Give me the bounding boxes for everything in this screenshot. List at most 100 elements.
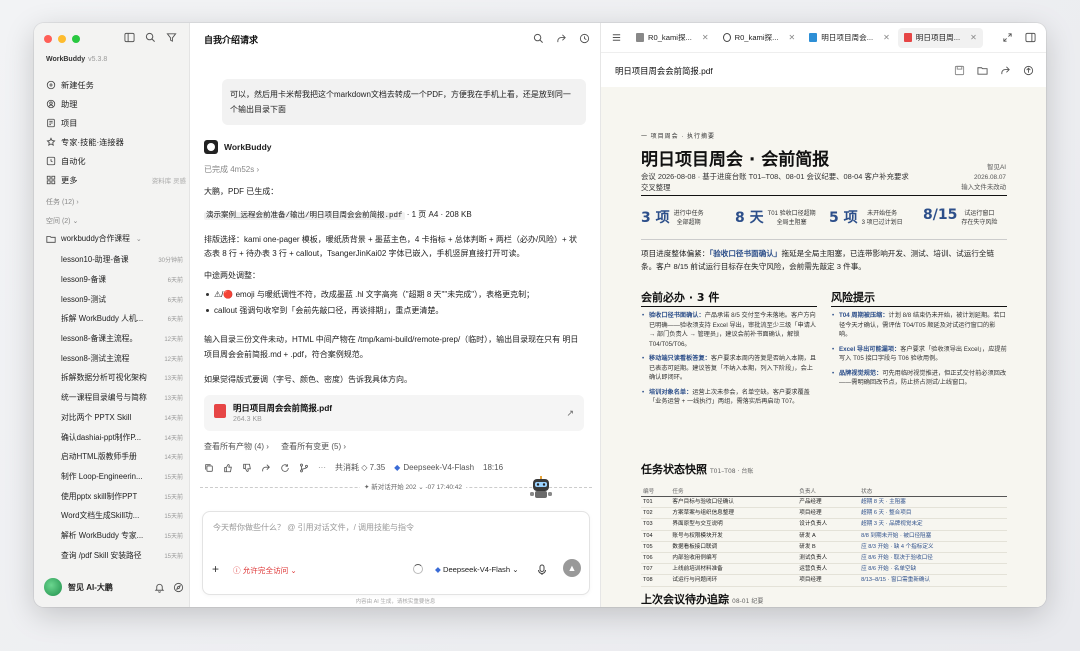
task-item[interactable]: 制作 Loop-Engineerin... 15天前 bbox=[61, 467, 183, 487]
kpi-value: 8/15 bbox=[923, 207, 958, 223]
thumbs-down-icon[interactable] bbox=[242, 463, 252, 473]
add-attachment-button[interactable]: + bbox=[212, 562, 219, 576]
assistant-greeting: 大鹏，PDF 已生成： bbox=[204, 187, 279, 196]
kpi-sublabel: 全局主阻塞 bbox=[776, 220, 807, 226]
nav-item-2[interactable]: 项目 bbox=[46, 113, 186, 132]
filter-icon[interactable] bbox=[166, 32, 177, 43]
clock-icon bbox=[46, 156, 56, 166]
share-icon[interactable] bbox=[556, 33, 567, 44]
task-item[interactable]: Word文档生成Skill功... 15天前 bbox=[61, 506, 183, 526]
nav-item-4[interactable]: 自动化 bbox=[46, 151, 186, 170]
history-icon[interactable] bbox=[579, 33, 590, 44]
expand-icon[interactable] bbox=[1002, 32, 1013, 43]
task-item[interactable]: lesson10-助理-备课 30分钟前 bbox=[61, 250, 183, 270]
model-selector-label: Deepseek-V4-Flash bbox=[442, 565, 511, 574]
thumbs-up-icon[interactable] bbox=[223, 463, 233, 473]
task-item[interactable]: 查询 /pdf Skill 安装路径 15天前 bbox=[61, 545, 183, 565]
model-selector[interactable]: ◆ Deepseek-V4-Flash ⌄ bbox=[435, 565, 519, 574]
task-item[interactable]: 解析 WorkBuddy 专家... 15天前 bbox=[61, 526, 183, 546]
risk-heading: 风险提示 bbox=[831, 291, 875, 304]
task-item[interactable]: 使用pptx skill制作PPT 15天前 bbox=[61, 486, 183, 506]
user-name: 智见 AI-大鹏 bbox=[68, 582, 113, 592]
nav-item-3[interactable]: 专家·技能·连接器 bbox=[46, 132, 186, 151]
summary-highlight: 「验收口径书面确认」 bbox=[709, 249, 782, 258]
search-icon[interactable] bbox=[145, 32, 156, 43]
task-title: 制作 Loop-Engineerin... bbox=[61, 471, 143, 481]
file-name: 明日项目周会会前简报.pdf bbox=[233, 403, 333, 413]
permission-dropdown[interactable]: ⓘ 允许完全访问 ⌄ bbox=[233, 565, 297, 576]
user-profile[interactable]: 智见 AI-大鹏 bbox=[44, 578, 184, 596]
retry-icon[interactable] bbox=[280, 463, 290, 473]
close-tab-icon[interactable]: ✕ bbox=[883, 33, 890, 42]
task-item[interactable]: lesson9-测试 6天前 bbox=[61, 289, 183, 309]
search-icon[interactable] bbox=[533, 33, 544, 44]
nav-item-0[interactable]: 新建任务 bbox=[46, 75, 186, 94]
task-item[interactable]: 对比两个 PPTX Skill 14天前 bbox=[61, 408, 183, 428]
task-title: Word文档生成Skill功... bbox=[61, 511, 140, 521]
table-row: T04 账号与权限模块开发 研发 A 8/8 到期未开始 · 被口径阻塞 bbox=[641, 530, 1007, 542]
chat-input-placeholder[interactable]: 今天帮你做些什么？ @ 引用对话文件，/ 调用技能与指令 bbox=[213, 522, 414, 533]
close-tab-icon[interactable]: ✕ bbox=[702, 33, 709, 42]
close-window-button[interactable] bbox=[44, 35, 52, 43]
task-item[interactable]: 启动HTML版教师手册 14天前 bbox=[61, 447, 183, 467]
tasks-section-header[interactable]: 任务 (12) › bbox=[46, 197, 79, 207]
send-button[interactable]: ▲ bbox=[563, 559, 581, 577]
task-item[interactable]: 拆解数据分析可视化架构 13天前 bbox=[61, 368, 183, 388]
fix-item-1: ⚠/🔴 emoji 与暖纸调性不符，改成墨蓝 .hl 文字高亮（"超期 8 天"… bbox=[204, 288, 584, 301]
view-all-changes-link[interactable]: 查看所有变更 (5) › bbox=[281, 442, 346, 451]
folder-workbuddy-course[interactable]: workbuddy合作课程 ⌄ bbox=[46, 233, 142, 244]
open-external-icon[interactable]: ↗ bbox=[566, 408, 574, 419]
list-icon[interactable] bbox=[611, 32, 622, 43]
task-item[interactable]: 确认dashiai-ppt制作P... 14天前 bbox=[61, 427, 183, 447]
doc-icon bbox=[636, 33, 644, 42]
task-time: 14天前 bbox=[164, 455, 183, 462]
nav-item-1[interactable]: 助理 bbox=[46, 94, 186, 113]
task-item[interactable]: lesson9-备课 6天前 bbox=[61, 270, 183, 290]
app-window: WorkBuddy v5.3.8 新建任务 助理 项目 专家·技能·连接器 自动化 更多 资料… bbox=[34, 23, 1046, 607]
todo-subtitle: 08-01 纪要 bbox=[732, 598, 764, 605]
table-cell: T04 bbox=[641, 530, 671, 542]
completed-status[interactable]: 已完成 4m52s › bbox=[204, 163, 584, 176]
bell-icon[interactable] bbox=[154, 582, 165, 593]
more-icon[interactable]: ··· bbox=[318, 463, 326, 472]
folder-label: workbuddy合作课程 bbox=[61, 234, 130, 243]
folder-icon[interactable] bbox=[977, 65, 988, 76]
spaces-section-header[interactable]: 空间 (2) ⌄ bbox=[46, 216, 78, 226]
maximize-window-button[interactable] bbox=[72, 35, 80, 43]
task-title: 拆解 WorkBuddy 人机... bbox=[61, 314, 144, 324]
view-all-outputs-link[interactable]: 查看所有产物 (4) › bbox=[204, 442, 269, 451]
doc-summary: 项目进度整体偏紧：「验收口径书面确认」拖延是全局主阻塞，已连带影响开发、测试、培… bbox=[641, 247, 1007, 273]
assistant-header: WorkBuddy bbox=[204, 140, 272, 154]
pdf-file-card[interactable]: 明日项目周会会前简报.pdf 264.3 KB ↗ bbox=[204, 395, 584, 431]
output-path-meta: · 1 页 A4 · 208 KB bbox=[406, 210, 472, 219]
upload-icon[interactable] bbox=[1023, 65, 1034, 76]
preview-tab[interactable]: 明日项目周... ✕ bbox=[897, 27, 983, 48]
tasks-section-label: 任务 (12) bbox=[46, 199, 75, 206]
task-item[interactable]: lesson8-备课主流程。 12天前 bbox=[61, 329, 183, 349]
task-item[interactable]: 拆解 WorkBuddy 人机... 6天前 bbox=[61, 309, 183, 329]
share-icon[interactable] bbox=[1000, 65, 1011, 76]
nav-item-5[interactable]: 更多 资料库 灵感 bbox=[46, 170, 186, 189]
copy-icon[interactable] bbox=[204, 463, 214, 473]
panel-toggle-icon[interactable] bbox=[1025, 32, 1036, 43]
save-icon[interactable] bbox=[954, 65, 965, 76]
table-cell: T03 bbox=[641, 518, 671, 531]
close-tab-icon[interactable]: ✕ bbox=[970, 33, 977, 42]
new-conversation-marker[interactable]: ✦ 新对话开始 202 ⌄ -07 17:40:42 bbox=[360, 481, 466, 491]
close-tab-icon[interactable]: ✕ bbox=[788, 33, 795, 42]
microphone-icon[interactable] bbox=[537, 563, 547, 575]
preview-tab-label: R0_kami探... bbox=[648, 33, 692, 42]
share-icon[interactable] bbox=[261, 463, 271, 473]
task-item[interactable]: 统一课程目录编号与简称 13天前 bbox=[61, 388, 183, 408]
sidebar-toggle-icon[interactable] bbox=[124, 32, 135, 43]
preview-tab[interactable]: R0_kami探... ✕ bbox=[717, 28, 802, 48]
table-cell: 8/8 到期未开始 · 被口径阻塞 bbox=[859, 530, 1007, 542]
preview-tab[interactable]: 明日项目周会... ✕ bbox=[803, 28, 896, 48]
chat-input-box[interactable]: 今天帮你做些什么？ @ 引用对话文件，/ 调用技能与指令 + ⓘ 允许完全访问 … bbox=[202, 511, 590, 595]
must-item: 培训对象名单：运营上次未参会，名单空缺。客户要求覆盖「业务运营 + 一线执行」两… bbox=[641, 388, 817, 407]
compass-icon[interactable] bbox=[173, 582, 184, 593]
minimize-window-button[interactable] bbox=[58, 35, 66, 43]
branch-icon[interactable] bbox=[299, 463, 309, 473]
preview-tab[interactable]: R0_kami探... ✕ bbox=[630, 28, 715, 48]
task-item[interactable]: lesson8-测试主流程 12天前 bbox=[61, 348, 183, 368]
